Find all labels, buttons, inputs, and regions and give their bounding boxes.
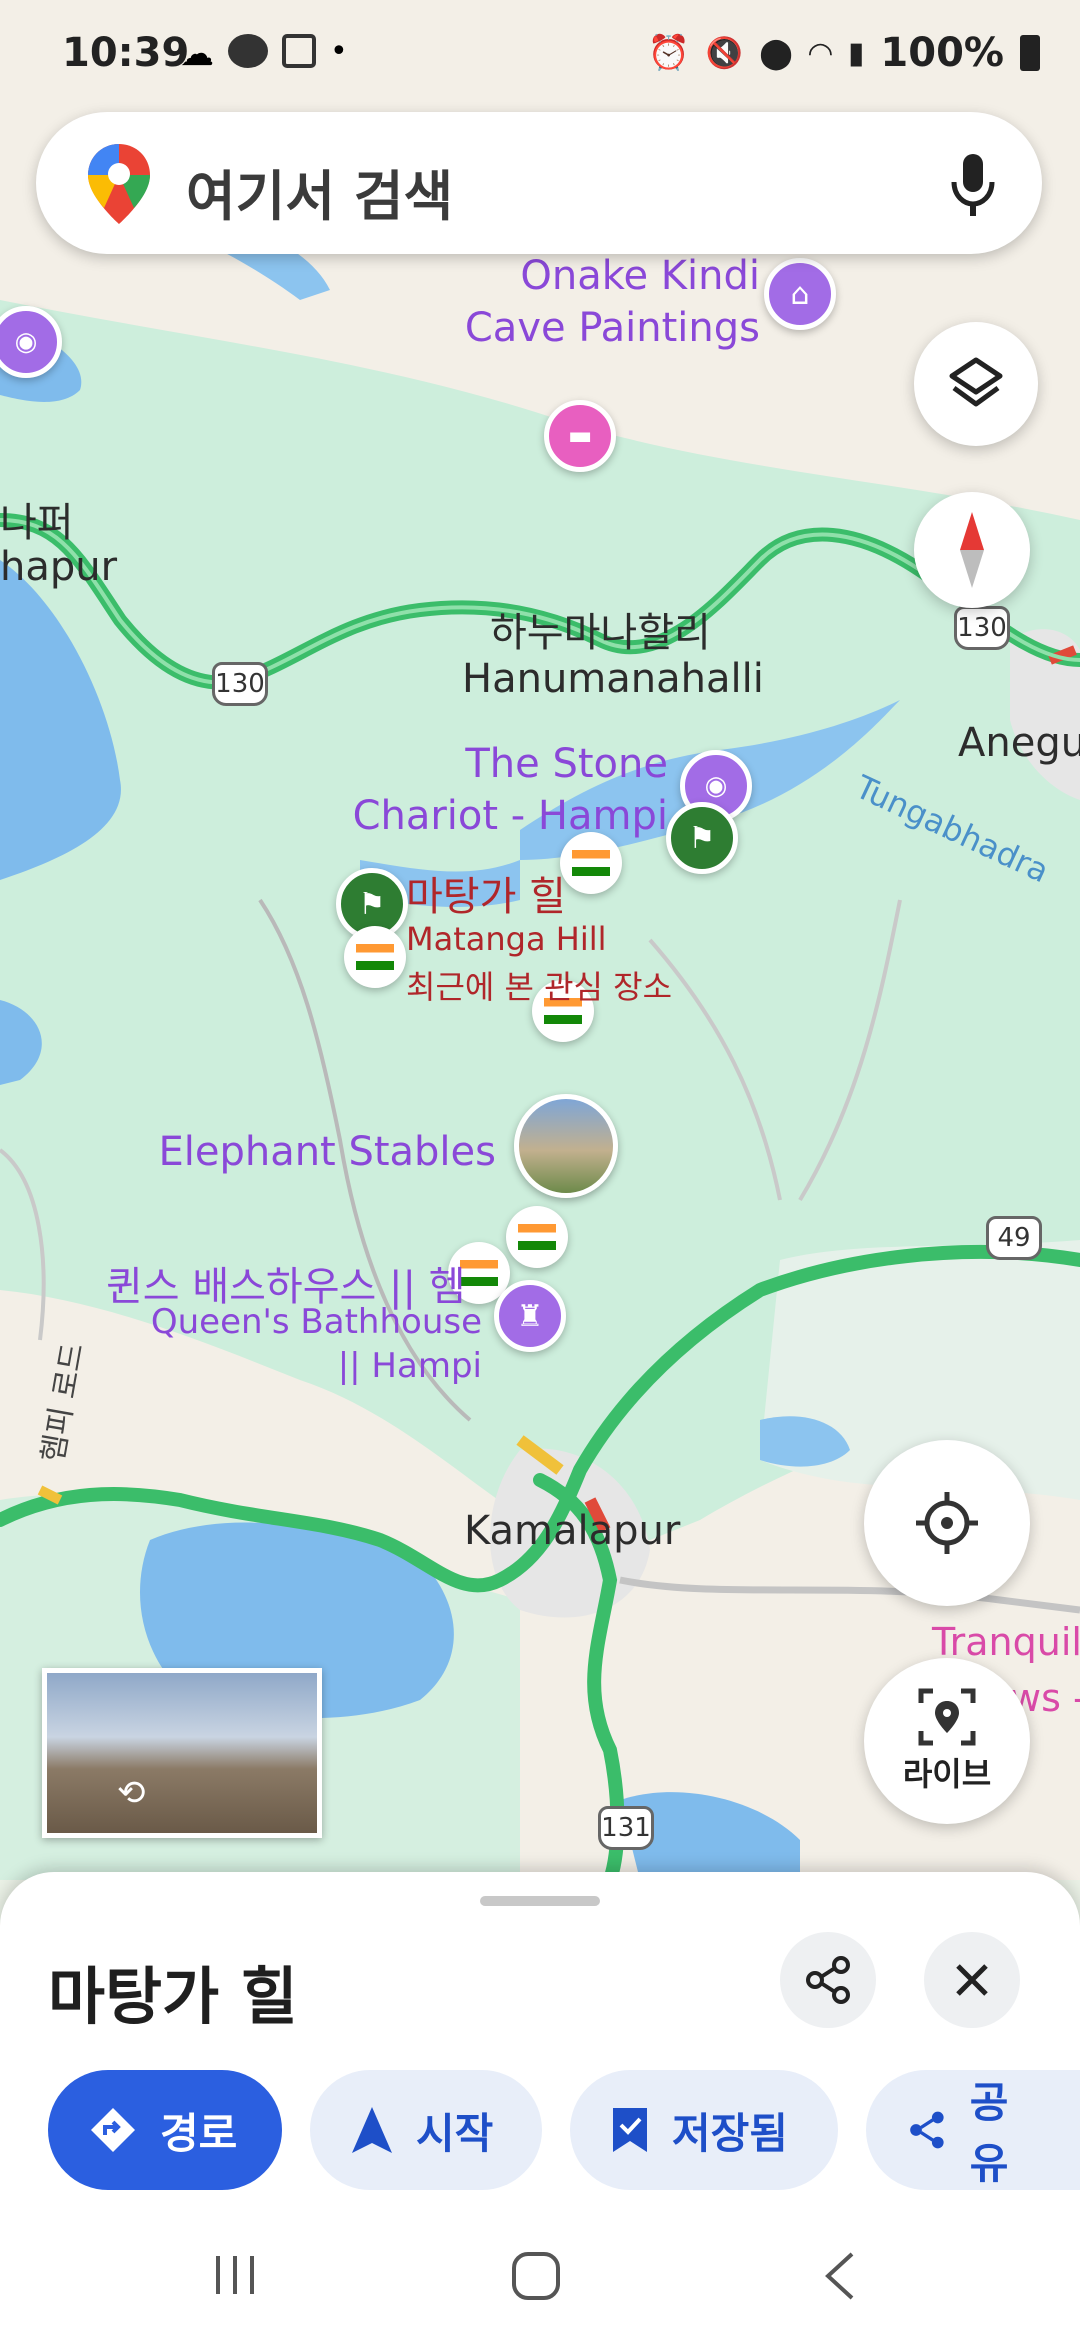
share-icon-button[interactable] [780, 1932, 876, 2028]
map-label-left-ko: 나퍼 [0, 500, 74, 546]
india-flag-pin-icon[interactable] [344, 926, 406, 988]
live-view-icon [918, 1688, 976, 1746]
back-icon[interactable] [820, 2250, 860, 2302]
compass-button[interactable] [914, 492, 1030, 608]
status-time: 10:39 [62, 30, 190, 76]
map-label-left-en: hapur [0, 544, 118, 590]
flag-pin-icon[interactable]: ⚑ [666, 802, 738, 874]
saved-label: 저장됨 [672, 2108, 788, 2158]
360-rotate-icon: ⟲ [117, 1773, 146, 1813]
map-label-hanumanahalli-en: Hanumanahalli [462, 656, 764, 702]
layers-icon [949, 357, 1003, 407]
weather-icon: ☁ [180, 34, 214, 74]
notification-icons: ☁ • [180, 34, 348, 74]
map-label-matanga-ko[interactable]: 마탕가 힐 [406, 864, 566, 922]
map-label-stone-chariot[interactable]: The Stone Chariot - Hampi [346, 738, 668, 842]
search-bar[interactable]: 여기서 검색 [36, 112, 1042, 254]
search-input[interactable]: 여기서 검색 [186, 152, 453, 231]
share-label: 공유 [969, 2078, 1009, 2188]
saved-button[interactable]: 저장됨 [570, 2070, 838, 2190]
live-view-label: 라이브 [902, 1755, 992, 1793]
directions-label: 경로 [160, 2108, 238, 2158]
system-icons: ⏰ 🔇 ⬤ ◠ ▮ 100% [648, 30, 1040, 76]
start-label: 시작 [416, 2108, 494, 2158]
map-label-queens-bath-en[interactable]: Queen's Bathhouse || Hampi [130, 1300, 482, 1388]
battery-icon [1020, 35, 1040, 71]
street-view-thumbnail[interactable]: ⟲ [42, 1668, 322, 1838]
close-icon [956, 1964, 988, 1996]
share-chip-button[interactable]: 공유 [866, 2070, 1080, 2190]
elephant-stables-photo-pin[interactable] [514, 1094, 618, 1198]
wifi-icon: ◠ [808, 35, 832, 71]
live-view-button[interactable]: 라이브 [864, 1658, 1030, 1824]
museum-pin-icon[interactable]: ⌂ [764, 258, 836, 330]
alarm-icon: ⏰ [647, 33, 690, 73]
monument-pin-icon[interactable]: ♜ [494, 1280, 566, 1352]
hotel-pin-icon[interactable]: ▬ [544, 400, 616, 472]
status-bar: 10:39 ☁ • ⏰ 🔇 ⬤ ◠ ▮ 100% [0, 0, 1080, 110]
home-icon[interactable] [510, 2250, 562, 2302]
map-label-onake[interactable]: Onake Kindi Cave Paintings [440, 250, 760, 354]
start-button[interactable]: 시작 [310, 2070, 542, 2190]
route-shield-130: 130 [954, 606, 1010, 650]
map-label-kamalapur: Kamalapur [464, 1508, 681, 1554]
system-nav-bar [0, 2220, 1080, 2340]
route-shield-130: 130 [212, 662, 268, 706]
india-flag-pin-icon[interactable] [506, 1206, 568, 1268]
map-label-hanumanahalli-ko: 하누마나할리 [490, 610, 711, 656]
directions-button[interactable]: 경로 [48, 2070, 282, 2190]
layers-button[interactable] [914, 322, 1038, 446]
microphone-icon[interactable] [948, 152, 998, 218]
map-label-matanga-en[interactable]: Matanga Hill [406, 920, 606, 958]
recent-apps-icon[interactable] [210, 2250, 260, 2300]
map-label-recent-poi: 최근에 본 관심 장소 [406, 968, 673, 1006]
share-icon [806, 1956, 850, 2004]
share-icon [910, 2111, 944, 2149]
location-icon: ⬤ [759, 35, 793, 71]
map-label-elephant-stables[interactable]: Elephant Stables [140, 1126, 496, 1178]
mute-icon: 🔇 [705, 35, 744, 71]
place-title: 마탕가 힐 [48, 1960, 298, 2033]
dot-icon: • [330, 34, 348, 69]
directions-icon [91, 2108, 135, 2152]
route-shield-131: 131 [598, 1806, 654, 1850]
talk-icon [228, 34, 268, 68]
image-icon [282, 34, 316, 68]
google-maps-logo-icon [88, 144, 150, 224]
close-button[interactable] [924, 1932, 1020, 2028]
navigation-arrow-icon [352, 2107, 392, 2153]
route-shield-49: 49 [986, 1216, 1042, 1260]
crosshair-icon [916, 1492, 978, 1554]
bookmark-check-icon [613, 2108, 647, 2152]
my-location-button[interactable] [864, 1440, 1030, 1606]
map-label-anegu: Anegu [958, 720, 1080, 766]
india-flag-pin-icon[interactable] [560, 832, 622, 894]
battery-text: 100% [880, 30, 1004, 76]
compass-icon [960, 512, 984, 588]
sheet-drag-handle[interactable] [480, 1896, 600, 1906]
signal-icon: ▮ [847, 35, 865, 71]
